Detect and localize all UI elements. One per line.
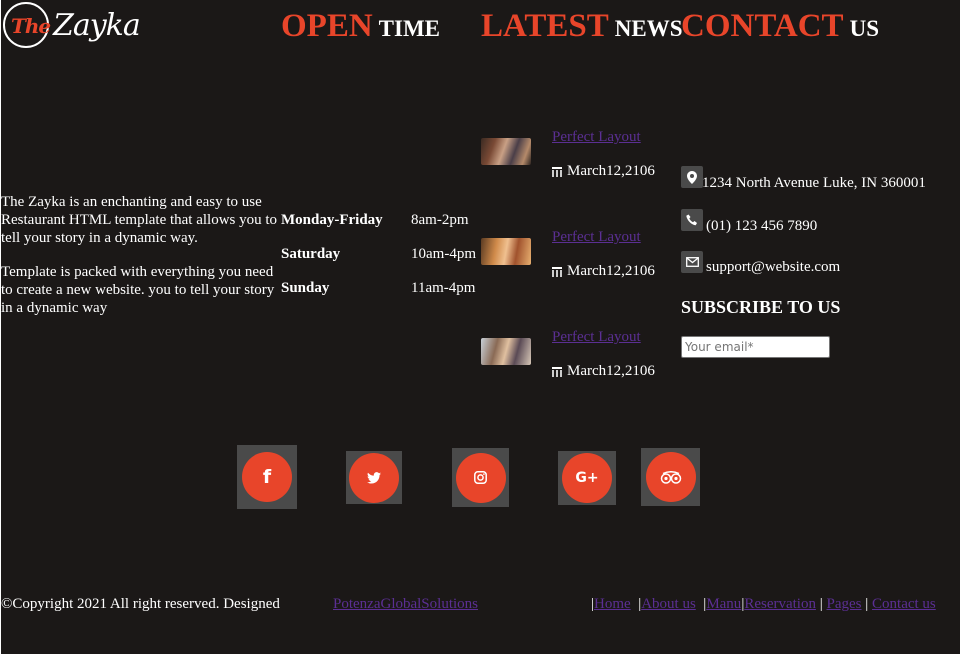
footer-nav-about[interactable]: About us [641,596,696,612]
heading-news: NEWS [614,16,683,41]
news-thumbnail-1[interactable] [481,138,531,165]
hours-day-weekdays: Monday-Friday [281,212,383,228]
about-paragraph-1: The Zayka is an enchanting and easy to u… [1,194,278,246]
contact-address: 1234 North Avenue Luke, IN 360001 [702,175,926,191]
footer-nav-home[interactable]: Home [594,596,631,612]
twitter-button[interactable] [346,451,402,504]
news-thumbnail-3[interactable] [481,338,531,365]
heading-open: OPEN [281,8,373,44]
footer-section: The Zayka OPEN TIME LATEST NEWS CONTACT US … [1,0,960,654]
news-link-2[interactable]: Perfect Layout [552,229,641,246]
hours-time-sunday: 11am-4pm [411,280,476,296]
google-plus-button[interactable]: G+ [558,451,616,505]
news-date-2: March12,2106 [552,263,655,280]
logo-text-the: The [11,14,51,38]
subscribe-email-input[interactable] [681,336,830,358]
footer-nav-contact[interactable]: Contact us [872,596,936,612]
tripadvisor-button[interactable] [641,448,700,506]
news-date-text-1: March12,2106 [567,163,655,179]
calendar-icon [552,166,562,177]
twitter-icon [349,452,399,503]
contact-phone: (01) 123 456 7890 [706,218,818,234]
hours-day-sunday: Sunday [281,280,330,296]
contact-email: support@website.com [706,259,841,275]
copyright-text: ©Copyright 2021 All right reserved. Desi… [1,596,280,612]
logo-text-zayka: Zayka [53,8,141,43]
hours-time-weekdays: 8am-2pm [411,212,469,228]
instagram-icon [455,452,506,503]
heading-latest: LATEST [481,8,609,44]
map-marker-icon [681,166,703,188]
about-paragraph-2: Template is packed with everything you n… [1,264,275,316]
phone-icon [681,209,703,231]
news-date-text-2: March12,2106 [567,263,655,279]
facebook-icon: f [242,452,292,502]
contact-us-heading: CONTACT US [681,8,879,45]
envelope-icon [681,251,703,273]
footer-nav: |Home |About us |Manu|Reservation | Page… [591,596,936,612]
calendar-icon [552,366,562,377]
footer-nav-reservation[interactable]: Reservation [744,596,816,612]
news-link-3[interactable]: Perfect Layout [552,329,641,346]
tripadvisor-icon [645,452,696,502]
hours-day-saturday: Saturday [281,246,341,262]
open-time-heading: OPEN TIME [281,8,440,45]
heading-contact: CONTACT [681,8,844,44]
about-text: The Zayka is an enchanting and easy to u… [1,193,281,333]
subscribe-heading: SUBSCRIBE TO US [681,297,841,317]
heading-time: TIME [378,16,441,41]
latest-news-heading: LATEST NEWS [481,8,683,45]
footer-nav-manu[interactable]: Manu [706,596,741,612]
news-date-3: March12,2106 [552,363,655,380]
heading-us: US [849,16,879,41]
news-date-1: March12,2106 [552,163,655,180]
designer-link[interactable]: PotenzaGlobalSolutions [333,596,478,613]
hours-time-saturday: 10am-4pm [411,246,476,262]
instagram-button[interactable] [452,448,509,507]
site-logo[interactable]: The Zayka [1,0,141,54]
facebook-button[interactable]: f [237,445,297,509]
news-thumbnail-2[interactable] [481,238,531,265]
news-date-text-3: March12,2106 [567,363,655,379]
calendar-icon [552,266,562,277]
footer-nav-pages[interactable]: Pages [827,596,862,612]
google-plus-icon: G+ [562,453,612,503]
news-link-1[interactable]: Perfect Layout [552,129,641,146]
